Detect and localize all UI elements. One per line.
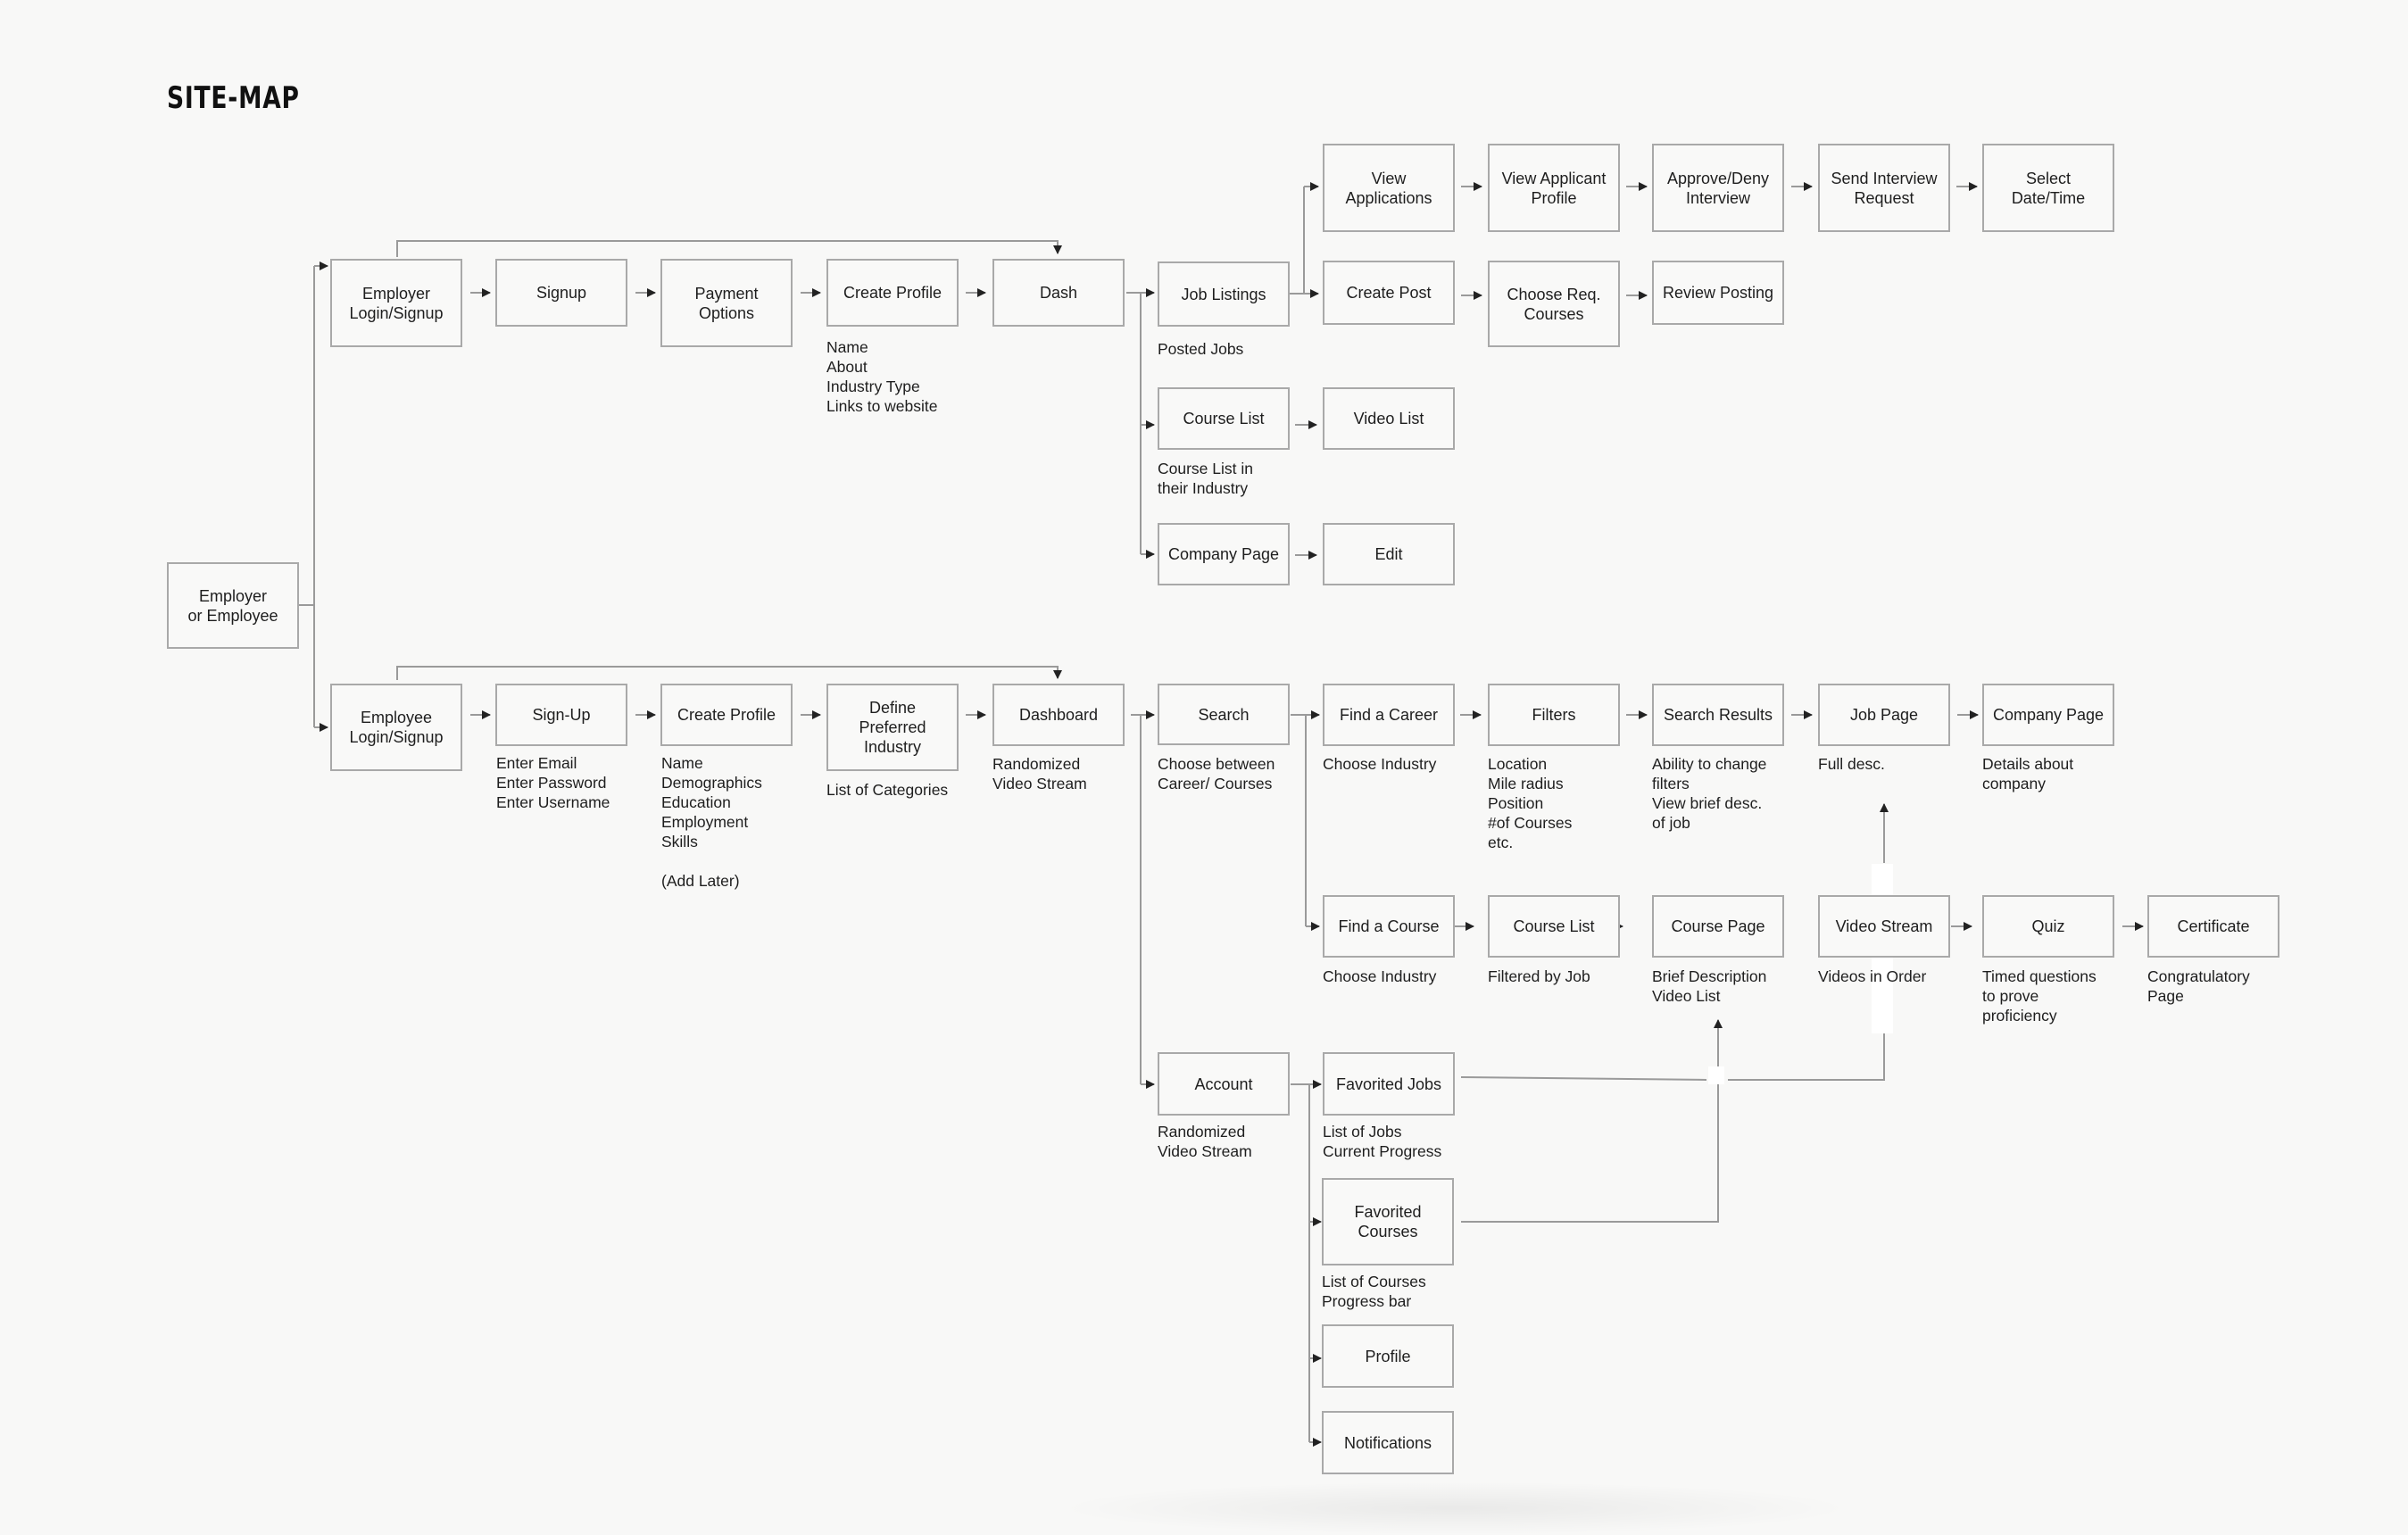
- note-job-page: Full desc.: [1818, 755, 1885, 773]
- node-define-preferred-industry[interactable]: Define Preferred Industry: [826, 684, 959, 771]
- note-search-results: Ability to change filters View brief des…: [1652, 755, 1767, 832]
- node-job-listings[interactable]: Job Listings: [1158, 261, 1290, 327]
- node-choose-req-courses[interactable]: Choose Req. Courses: [1488, 261, 1620, 347]
- connector-dash-trunk: [1126, 292, 1142, 554]
- node-employer-or-employee[interactable]: Employer or Employee: [167, 562, 299, 649]
- node-review-posting[interactable]: Review Posting: [1652, 261, 1784, 325]
- node-edit[interactable]: Edit: [1323, 523, 1455, 585]
- connector-fav-jobs-to-job-page: [1460, 1033, 1885, 1081]
- node-dash[interactable]: Dash: [992, 259, 1125, 327]
- line-crossing-gap: [1708, 1066, 1724, 1084]
- note-certificate: Congratulatory Page: [2147, 967, 2250, 1005]
- node-employer-signup[interactable]: Signup: [495, 259, 627, 327]
- note-find-a-course: Choose Industry: [1323, 967, 1437, 985]
- node-filters[interactable]: Filters: [1488, 684, 1620, 746]
- node-view-applications[interactable]: View Applications: [1323, 144, 1455, 232]
- node-employee-login-signup[interactable]: Employee Login/Signup: [330, 684, 462, 771]
- note-dashboard: Randomized Video Stream: [992, 755, 1087, 792]
- node-profile[interactable]: Profile: [1322, 1324, 1454, 1388]
- connector-dashboard-trunk: [1131, 714, 1142, 1084]
- note-employer-create-profile: Name About Industry Type Links to websit…: [826, 338, 938, 415]
- node-select-date-time[interactable]: Select Date/Time: [1982, 144, 2114, 232]
- node-favorited-jobs[interactable]: Favorited Jobs: [1323, 1052, 1455, 1116]
- connector-fav-courses-to-course-page: [1461, 1019, 1723, 1223]
- node-account[interactable]: Account: [1158, 1052, 1290, 1116]
- node-employer-login-signup[interactable]: Employer Login/Signup: [330, 259, 462, 347]
- note-favorited-jobs: List of Jobs Current Progress: [1323, 1123, 1442, 1160]
- node-payment-options[interactable]: Payment Options: [660, 259, 793, 347]
- note-employee-company-page: Details about company: [1982, 755, 2074, 792]
- note-employer-course-list: Course List in their Industry: [1158, 460, 1253, 497]
- node-video-stream[interactable]: Video Stream: [1818, 895, 1950, 958]
- connector-employee-skip-to-dashboard: [396, 666, 1062, 680]
- node-dashboard[interactable]: Dashboard: [992, 684, 1125, 746]
- note-employee-course-list: Filtered by Job: [1488, 967, 1590, 985]
- node-employee-company-page[interactable]: Company Page: [1982, 684, 2114, 746]
- note-employee-signup: Enter Email Enter Password Enter Usernam…: [496, 754, 610, 811]
- node-search-results[interactable]: Search Results: [1652, 684, 1784, 746]
- node-send-interview-request[interactable]: Send Interview Request: [1818, 144, 1950, 232]
- node-certificate[interactable]: Certificate: [2147, 895, 2279, 958]
- note-find-a-career: Choose Industry: [1323, 755, 1437, 773]
- node-video-list[interactable]: Video List: [1323, 387, 1455, 450]
- note-favorited-courses: List of Courses Progress bar: [1322, 1273, 1426, 1310]
- note-video-stream: Videos in Order: [1818, 967, 1927, 985]
- node-favorited-courses[interactable]: Favorited Courses: [1322, 1178, 1454, 1265]
- node-view-applicant-profile[interactable]: View Applicant Profile: [1488, 144, 1620, 232]
- note-define-preferred-industry: List of Categories: [826, 781, 949, 799]
- node-find-a-career[interactable]: Find a Career: [1323, 684, 1455, 746]
- node-job-page[interactable]: Job Page: [1818, 684, 1950, 746]
- node-quiz[interactable]: Quiz: [1982, 895, 2114, 958]
- note-job-listings: Posted Jobs: [1158, 340, 1244, 358]
- node-employer-create-profile[interactable]: Create Profile: [826, 259, 959, 327]
- node-approve-deny-interview[interactable]: Approve/Deny Interview: [1652, 144, 1784, 232]
- node-create-post[interactable]: Create Post: [1323, 261, 1455, 325]
- node-employee-signup[interactable]: Sign-Up: [495, 684, 627, 746]
- note-quiz: Timed questions to prove proficiency: [1982, 967, 2097, 1025]
- node-search[interactable]: Search: [1158, 684, 1290, 745]
- note-search: Choose between Career/ Courses: [1158, 755, 1275, 792]
- connector-root-trunk: [299, 266, 315, 727]
- node-notifications[interactable]: Notifications: [1322, 1411, 1454, 1474]
- note-account: Randomized Video Stream: [1158, 1123, 1252, 1160]
- node-employee-course-list[interactable]: Course List: [1488, 895, 1620, 958]
- connector-employer-skip-to-dash: [396, 240, 1062, 257]
- note-filters: Location Mile radius Position #of Course…: [1488, 755, 1573, 851]
- note-employee-create-profile: Name Demographics Education Employment S…: [661, 754, 762, 890]
- node-find-a-course[interactable]: Find a Course: [1323, 895, 1455, 958]
- node-employer-company-page[interactable]: Company Page: [1158, 523, 1290, 585]
- node-employer-course-list[interactable]: Course List: [1158, 387, 1290, 450]
- bottom-shadow: [1053, 1481, 1856, 1535]
- node-employee-create-profile[interactable]: Create Profile: [660, 684, 793, 746]
- connector-search-trunk: [1291, 714, 1307, 926]
- connector-account-trunk: [1291, 1083, 1310, 1442]
- node-course-page[interactable]: Course Page: [1652, 895, 1784, 958]
- note-course-page: Brief Description Video List: [1652, 967, 1767, 1005]
